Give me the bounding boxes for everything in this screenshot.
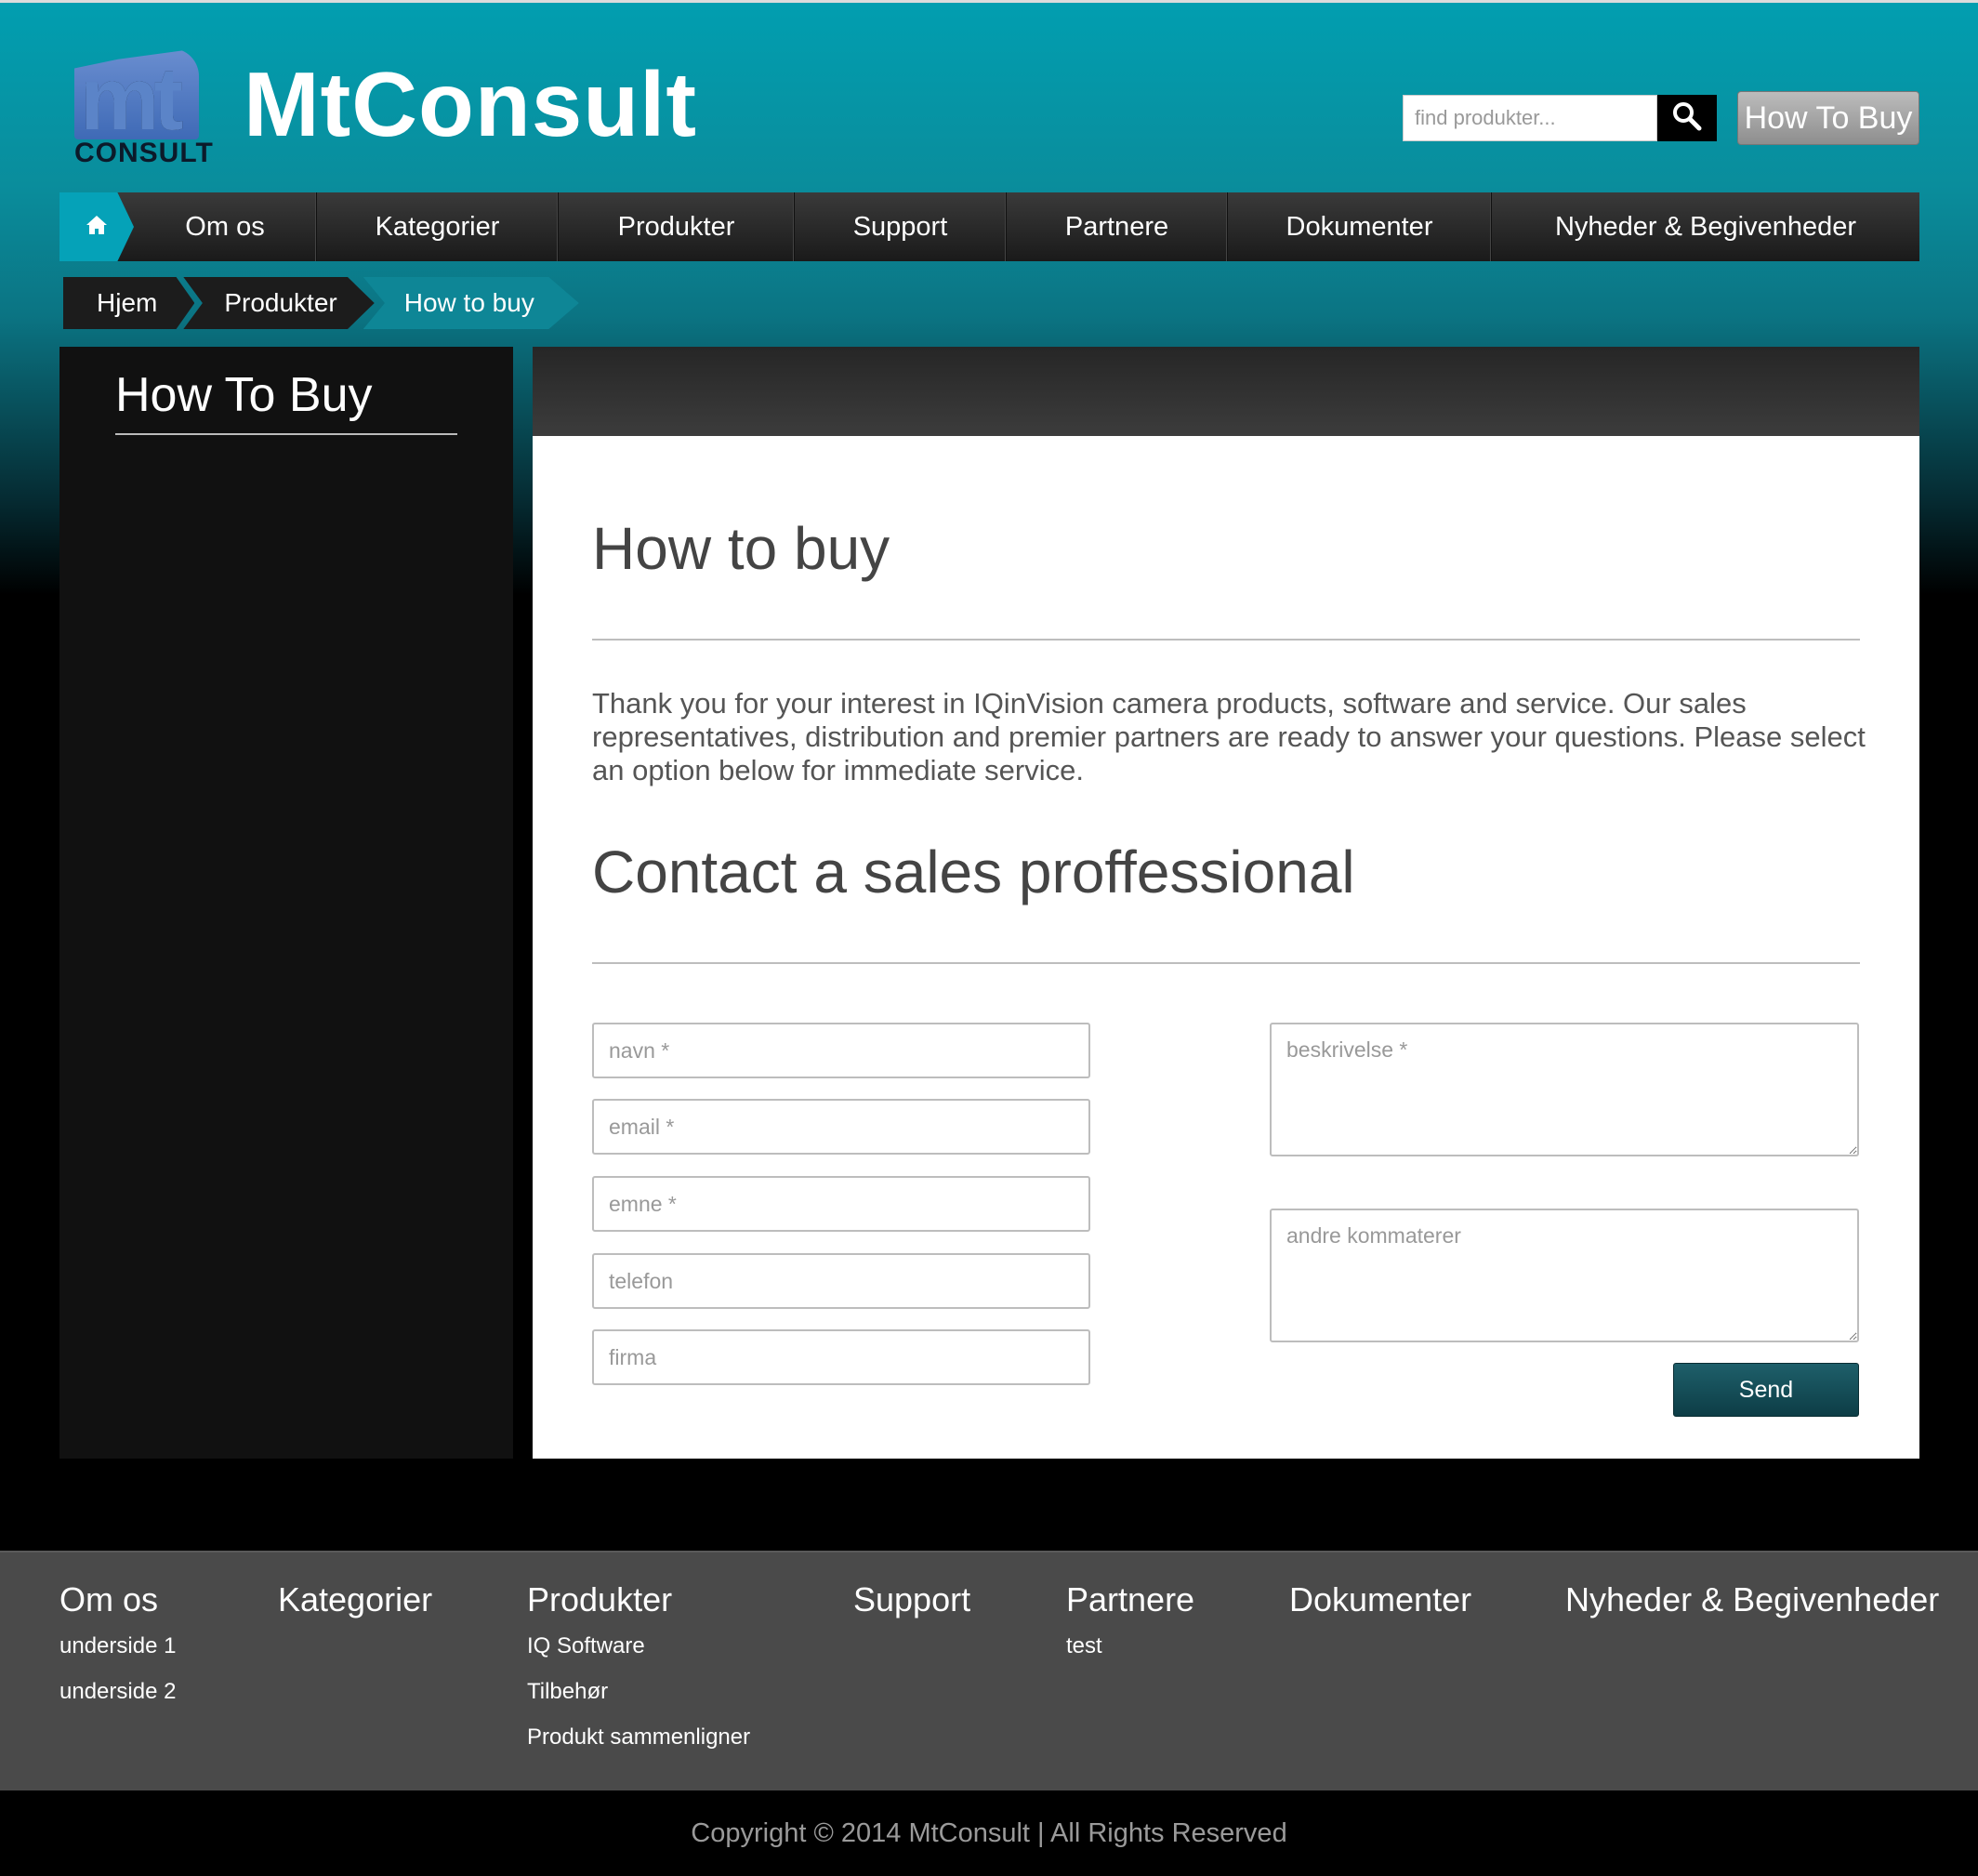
search-input[interactable]	[1403, 95, 1657, 141]
footer-heading[interactable]: Partnere	[1066, 1580, 1194, 1619]
main-nav: Om os Kategorier Produkter Support Partn…	[59, 192, 1919, 261]
search-button[interactable]	[1657, 95, 1717, 141]
breadcrumb-produkter[interactable]: Produkter	[183, 277, 375, 329]
footer-link[interactable]: IQ Software	[527, 1632, 750, 1678]
footer-link[interactable]: underside 2	[59, 1678, 176, 1724]
company-field[interactable]	[592, 1329, 1090, 1385]
footer-link[interactable]: Tilbehør	[527, 1678, 750, 1724]
footer-link[interactable]: Produkt sammenligner	[527, 1724, 750, 1769]
footer: Om os underside 1 underside 2 Kategorier…	[0, 1551, 1978, 1790]
nav-item-dokumenter[interactable]: Dokumenter	[1228, 192, 1492, 261]
footer-column-om-os: Om os underside 1 underside 2	[59, 1580, 176, 1724]
footer-heading[interactable]: Dokumenter	[1289, 1580, 1471, 1619]
breadcrumb-hjem[interactable]: Hjem	[63, 277, 195, 329]
footer-column-support: Support	[853, 1580, 970, 1632]
how-to-buy-button[interactable]: How To Buy	[1737, 91, 1919, 145]
footer-heading[interactable]: Kategorier	[278, 1580, 432, 1619]
footer-heading[interactable]: Nyheder & Begivenheder	[1565, 1580, 1939, 1619]
description-field[interactable]	[1270, 1023, 1859, 1156]
name-field[interactable]	[592, 1023, 1090, 1078]
logo-word: CONSULT	[74, 138, 214, 168]
phone-field[interactable]	[592, 1253, 1090, 1309]
logo-letters: mt	[80, 49, 183, 149]
footer-heading[interactable]: Support	[853, 1580, 970, 1619]
nav-item-support[interactable]: Support	[795, 192, 1007, 261]
copyright: Copyright © 2014 MtConsult | All Rights …	[0, 1790, 1978, 1876]
sidebar-divider	[115, 433, 457, 435]
brand-title[interactable]: MtConsult	[244, 52, 697, 157]
divider	[592, 962, 1860, 964]
content-header-bar	[533, 347, 1919, 436]
divider	[592, 639, 1860, 641]
nav-item-nyheder[interactable]: Nyheder & Begivenheder	[1492, 192, 1919, 261]
nav-item-produkter[interactable]: Produkter	[559, 192, 795, 261]
nav-home[interactable]	[59, 192, 134, 261]
sidebar: How To Buy	[59, 347, 513, 1459]
footer-column-kategorier: Kategorier	[278, 1580, 432, 1632]
footer-column-produkter: Produkter IQ Software Tilbehør Produkt s…	[527, 1580, 750, 1769]
nav-item-partnere[interactable]: Partnere	[1007, 192, 1228, 261]
footer-link[interactable]: test	[1066, 1632, 1194, 1678]
footer-column-partnere: Partnere test	[1066, 1580, 1194, 1678]
sidebar-title: How To Buy	[115, 368, 373, 422]
email-field[interactable]	[592, 1099, 1090, 1155]
send-button[interactable]: Send	[1673, 1363, 1859, 1417]
footer-column-nyheder: Nyheder & Begivenheder	[1565, 1580, 1939, 1632]
footer-link[interactable]: underside 1	[59, 1632, 176, 1678]
content-panel: How to buy Thank you for your interest i…	[533, 436, 1919, 1459]
nav-item-kategorier[interactable]: Kategorier	[317, 192, 559, 261]
page-title: How to buy	[592, 515, 890, 582]
subject-field[interactable]	[592, 1176, 1090, 1232]
footer-column-dokumenter: Dokumenter	[1289, 1580, 1471, 1632]
nav-item-om-os[interactable]: Om os	[134, 192, 317, 261]
footer-heading[interactable]: Om os	[59, 1580, 176, 1619]
search-icon	[1671, 100, 1703, 137]
contact-heading: Contact a sales proffessional	[592, 839, 1355, 905]
home-icon	[85, 214, 109, 241]
breadcrumb: Hjem Produkter How to buy	[63, 277, 579, 329]
breadcrumb-how-to-buy[interactable]: How to buy	[363, 277, 579, 329]
footer-heading[interactable]: Produkter	[527, 1580, 750, 1619]
logo[interactable]: mt CONSULT	[71, 48, 213, 168]
intro-text: Thank you for your interest in IQinVisio…	[592, 687, 1866, 786]
comments-field[interactable]	[1270, 1209, 1859, 1342]
